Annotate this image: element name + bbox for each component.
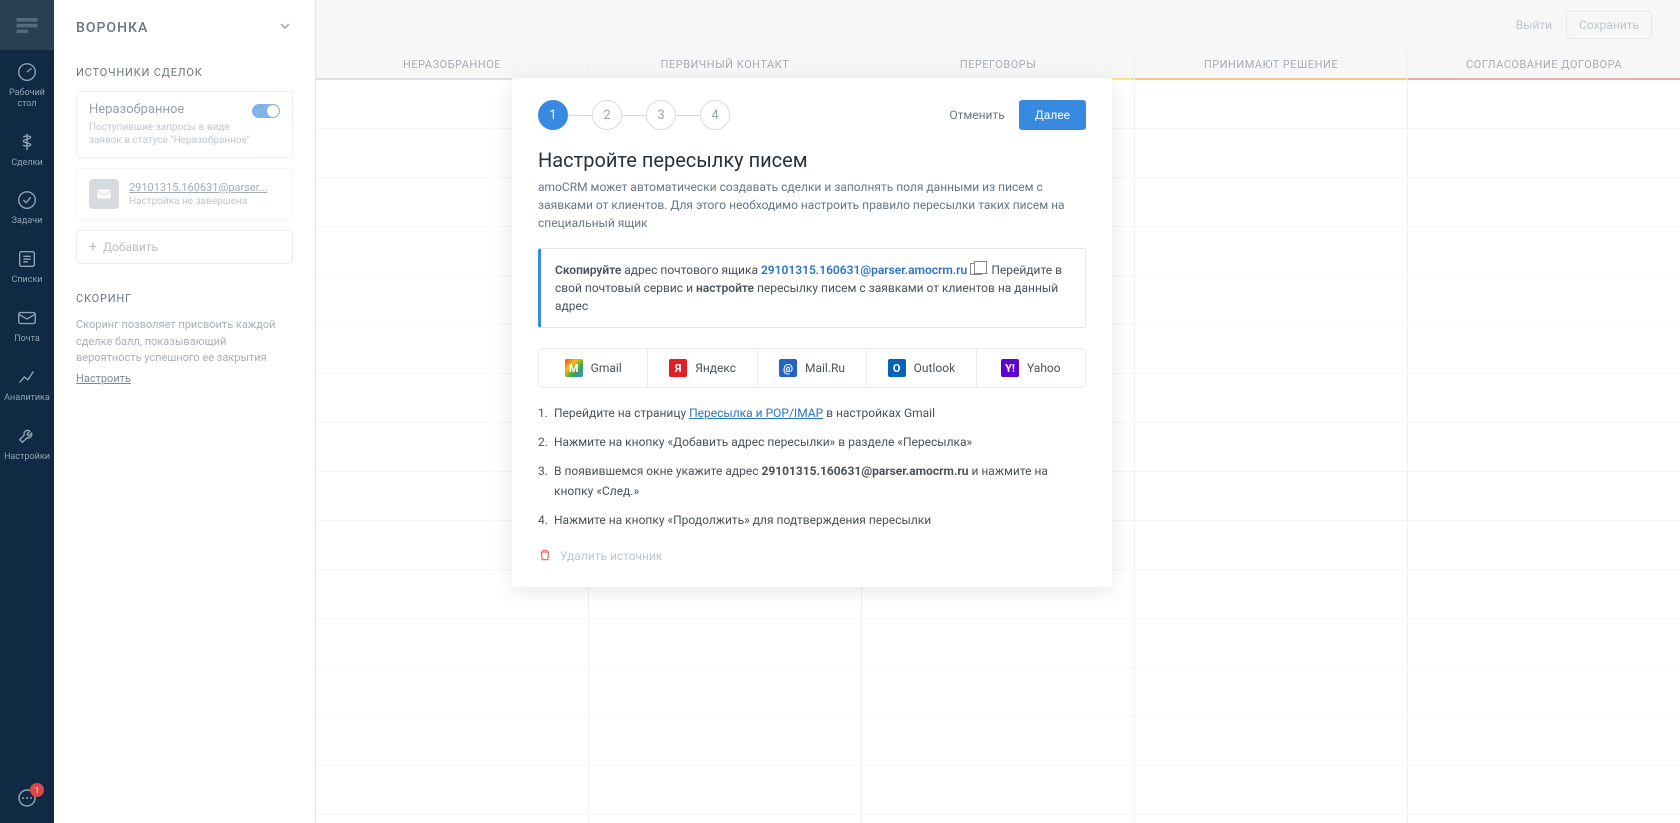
pipe-head[interactable]: ПЕРВИЧНЫЙ КОНТАКТ	[589, 50, 861, 80]
outlook-icon: O	[888, 359, 906, 377]
provider-label: Mail.Ru	[805, 361, 845, 375]
gauge-icon	[15, 60, 39, 84]
cancel-button[interactable]: Отменить	[949, 108, 1004, 122]
wrench-icon	[15, 424, 39, 448]
email-source-card[interactable]: 29101315.160631@parser... Настройка не з…	[76, 168, 293, 220]
gmail-icon: M	[565, 359, 583, 377]
scoring-desc: Скоринг позволяет присвоить каждой сделк…	[76, 317, 293, 367]
nav-label: Сделки	[11, 158, 42, 169]
nav-label: Настройки	[4, 452, 50, 463]
funnel-title: ВОРОНКА	[76, 20, 148, 36]
provider-tabs: M Gmail Я Яндекс @ Mail.Ru O Outlook Y! …	[538, 348, 1086, 388]
nav-dashboard[interactable]: Рабочийстол	[0, 50, 54, 120]
info-setup-word: настройте	[696, 281, 754, 295]
pipe-head[interactable]: СОГЛАСОВАНИЕ ДОГОВОРА	[1408, 50, 1680, 80]
mailru-icon: @	[779, 359, 797, 377]
sidebar-header[interactable]: ВОРОНКА	[76, 18, 293, 38]
avatar[interactable]	[0, 0, 54, 50]
email-source-address: 29101315.160631@parser...	[129, 181, 268, 194]
pipe-body	[1408, 80, 1680, 823]
setup-modal: 1 2 3 4 Отменить Далее Настройте пересыл…	[512, 78, 1112, 587]
email-source-status: Настройка не завершена	[129, 196, 268, 207]
step-1[interactable]: 1	[538, 100, 568, 130]
instr-text: Перейдите на страницу	[554, 406, 689, 420]
unsorted-desc: Поступившие запросы в виде заявок в стат…	[89, 121, 252, 147]
sidebar: ВОРОНКА ИСТОЧНИКИ СДЕЛОК Неразобранное П…	[54, 0, 316, 823]
trash-icon	[538, 548, 552, 565]
modal-title: Настройте пересылку писем	[538, 148, 1086, 172]
provider-label: Yahoo	[1027, 361, 1061, 375]
pipe-head[interactable]: ПЕРЕГОВОРЫ	[862, 50, 1134, 80]
nav-tasks[interactable]: Задачи	[0, 178, 54, 237]
delete-source-button[interactable]: Удалить источник	[538, 548, 1086, 565]
pipe-col-decision: ПРИНИМАЮТ РЕШЕНИЕ	[1134, 50, 1407, 823]
provider-outlook[interactable]: O Outlook	[867, 349, 976, 387]
nav-settings[interactable]: Настройки	[0, 414, 54, 473]
scoring-setup-link[interactable]: Настроить	[76, 372, 131, 385]
plus-icon: +	[89, 239, 97, 255]
step-2[interactable]: 2	[592, 100, 622, 130]
save-button[interactable]: Сохранить	[1566, 11, 1652, 39]
chart-icon	[15, 365, 39, 389]
chevron-down-icon	[277, 18, 293, 38]
add-source-button[interactable]: + Добавить	[76, 230, 293, 264]
instr-email: 29101315.160631@parser.amocrm.ru	[761, 464, 968, 478]
pipe-body	[1135, 80, 1407, 823]
instr-text: в настройках Gmail	[823, 406, 935, 420]
pipe-head[interactable]: ПРИНИМАЮТ РЕШЕНИЕ	[1135, 50, 1407, 80]
pop-imap-link[interactable]: Пересылка и POP/IMAP	[689, 406, 823, 420]
top-actions: Выйти Сохранить	[1516, 0, 1652, 50]
unsorted-toggle[interactable]	[252, 104, 280, 118]
instruction-list: 1.Перейдите на страницу Пересылка и POP/…	[538, 404, 1086, 530]
nav-deals[interactable]: Сделки	[0, 120, 54, 179]
check-circle-icon	[15, 188, 39, 212]
nav-label: Списки	[11, 275, 42, 286]
dollar-icon	[15, 130, 39, 154]
info-copy-word: Скопируйте	[555, 263, 621, 277]
mail-icon	[15, 306, 39, 330]
nav-label: Почта	[14, 334, 40, 345]
unsorted-title: Неразобранное	[89, 102, 252, 117]
next-button[interactable]: Далее	[1019, 100, 1086, 130]
provider-label: Яндекс	[695, 361, 736, 375]
logout-link[interactable]: Выйти	[1516, 18, 1552, 32]
nav-lists[interactable]: Списки	[0, 237, 54, 296]
list-icon	[15, 247, 39, 271]
nav-chat[interactable]: 1	[0, 775, 54, 823]
nav-label: Рабочийстол	[9, 88, 45, 110]
delete-label: Удалить источник	[560, 549, 662, 563]
add-label: Добавить	[103, 240, 158, 254]
chat-badge: 1	[30, 783, 44, 797]
provider-mailru[interactable]: @ Mail.Ru	[758, 349, 867, 387]
info-box: Скопируйте адрес почтового ящика 2910131…	[538, 248, 1086, 328]
pipe-col-contract: СОГЛАСОВАНИЕ ДОГОВОРА	[1407, 50, 1680, 823]
copy-icon[interactable]	[970, 263, 982, 275]
instr-text: Нажмите на кнопку «Продолжить» для подтв…	[554, 511, 1086, 530]
nav-label: Задачи	[12, 216, 43, 227]
step-4[interactable]: 4	[700, 100, 730, 130]
info-email[interactable]: 29101315.160631@parser.amocrm.ru	[761, 263, 967, 277]
nav-analytics[interactable]: Аналитика	[0, 355, 54, 414]
provider-gmail[interactable]: M Gmail	[539, 349, 648, 387]
instr-text: В появившемся окне укажите адрес	[554, 464, 761, 478]
nav-mail[interactable]: Почта	[0, 296, 54, 355]
provider-label: Outlook	[914, 361, 955, 375]
stepper: 1 2 3 4	[538, 100, 730, 130]
unsorted-card[interactable]: Неразобранное Поступившие запросы в виде…	[76, 91, 293, 158]
instr-text: Нажмите на кнопку «Добавить адрес пересы…	[554, 433, 1086, 452]
sources-heading: ИСТОЧНИКИ СДЕЛОК	[76, 66, 293, 79]
provider-yahoo[interactable]: Y! Yahoo	[977, 349, 1085, 387]
yahoo-icon: Y!	[1001, 359, 1019, 377]
info-text: адрес почтового ящика	[621, 263, 761, 277]
modal-desc: amoCRM может автоматически создавать сде…	[538, 178, 1086, 232]
envelope-icon	[89, 179, 119, 209]
scoring-heading: СКОРИНГ	[76, 292, 293, 305]
nav-rail: Рабочийстол Сделки Задачи Списки Почта А…	[0, 0, 54, 823]
provider-yandex[interactable]: Я Яндекс	[648, 349, 757, 387]
yandex-icon: Я	[669, 359, 687, 377]
nav-label: Аналитика	[4, 393, 50, 404]
step-3[interactable]: 3	[646, 100, 676, 130]
provider-label: Gmail	[591, 361, 622, 375]
pipe-head[interactable]: НЕРАЗОБРАННОЕ	[316, 50, 588, 80]
